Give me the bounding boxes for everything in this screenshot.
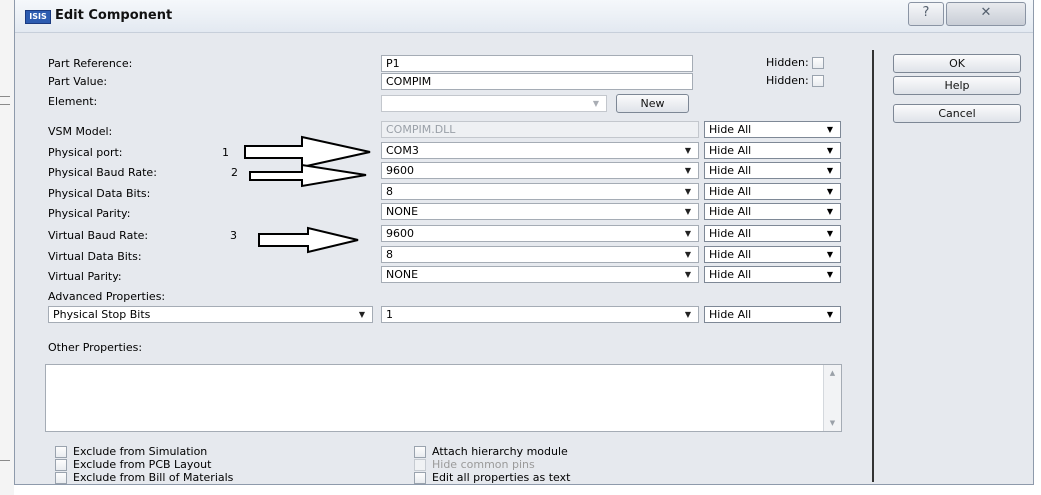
right-outline-arrow-icon: [244, 135, 371, 169]
right-outline-arrow-icon: [249, 163, 367, 188]
annotation-arrows: [244, 135, 371, 254]
right-outline-arrow-icon: [258, 226, 359, 254]
